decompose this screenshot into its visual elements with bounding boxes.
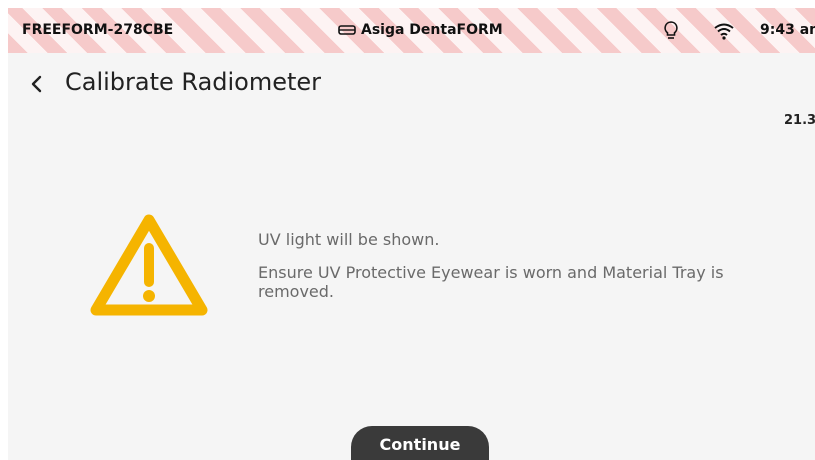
clock: 9:43 am: [760, 22, 815, 38]
wifi-icon[interactable]: [713, 22, 735, 40]
warning-line-2: Ensure UV Protective Eyewear is worn and…: [258, 263, 724, 301]
printer-model-label: Asiga DentaFORM: [361, 22, 503, 38]
printer-model: Asiga DentaFORM: [338, 22, 503, 38]
printer-id: FREEFORM-278CBE: [22, 22, 174, 38]
lightbulb-icon[interactable]: [663, 20, 679, 42]
continue-button[interactable]: Continue: [351, 426, 489, 460]
warning-message: UV light will be shown. Ensure UV Protec…: [258, 230, 768, 301]
radiometer-reading: 21.3: [784, 113, 815, 128]
warning-line-1: UV light will be shown.: [258, 230, 440, 249]
app-screen: FREEFORM-278CBE Asiga DentaFORM 9:43 am …: [8, 8, 815, 460]
warning-triangle-icon: [90, 214, 208, 316]
printer-icon: [338, 25, 356, 35]
page-title: Calibrate Radiometer: [65, 68, 322, 96]
back-chevron-icon[interactable]: [26, 72, 48, 96]
status-bar: FREEFORM-278CBE Asiga DentaFORM 9:43 am: [8, 8, 815, 53]
